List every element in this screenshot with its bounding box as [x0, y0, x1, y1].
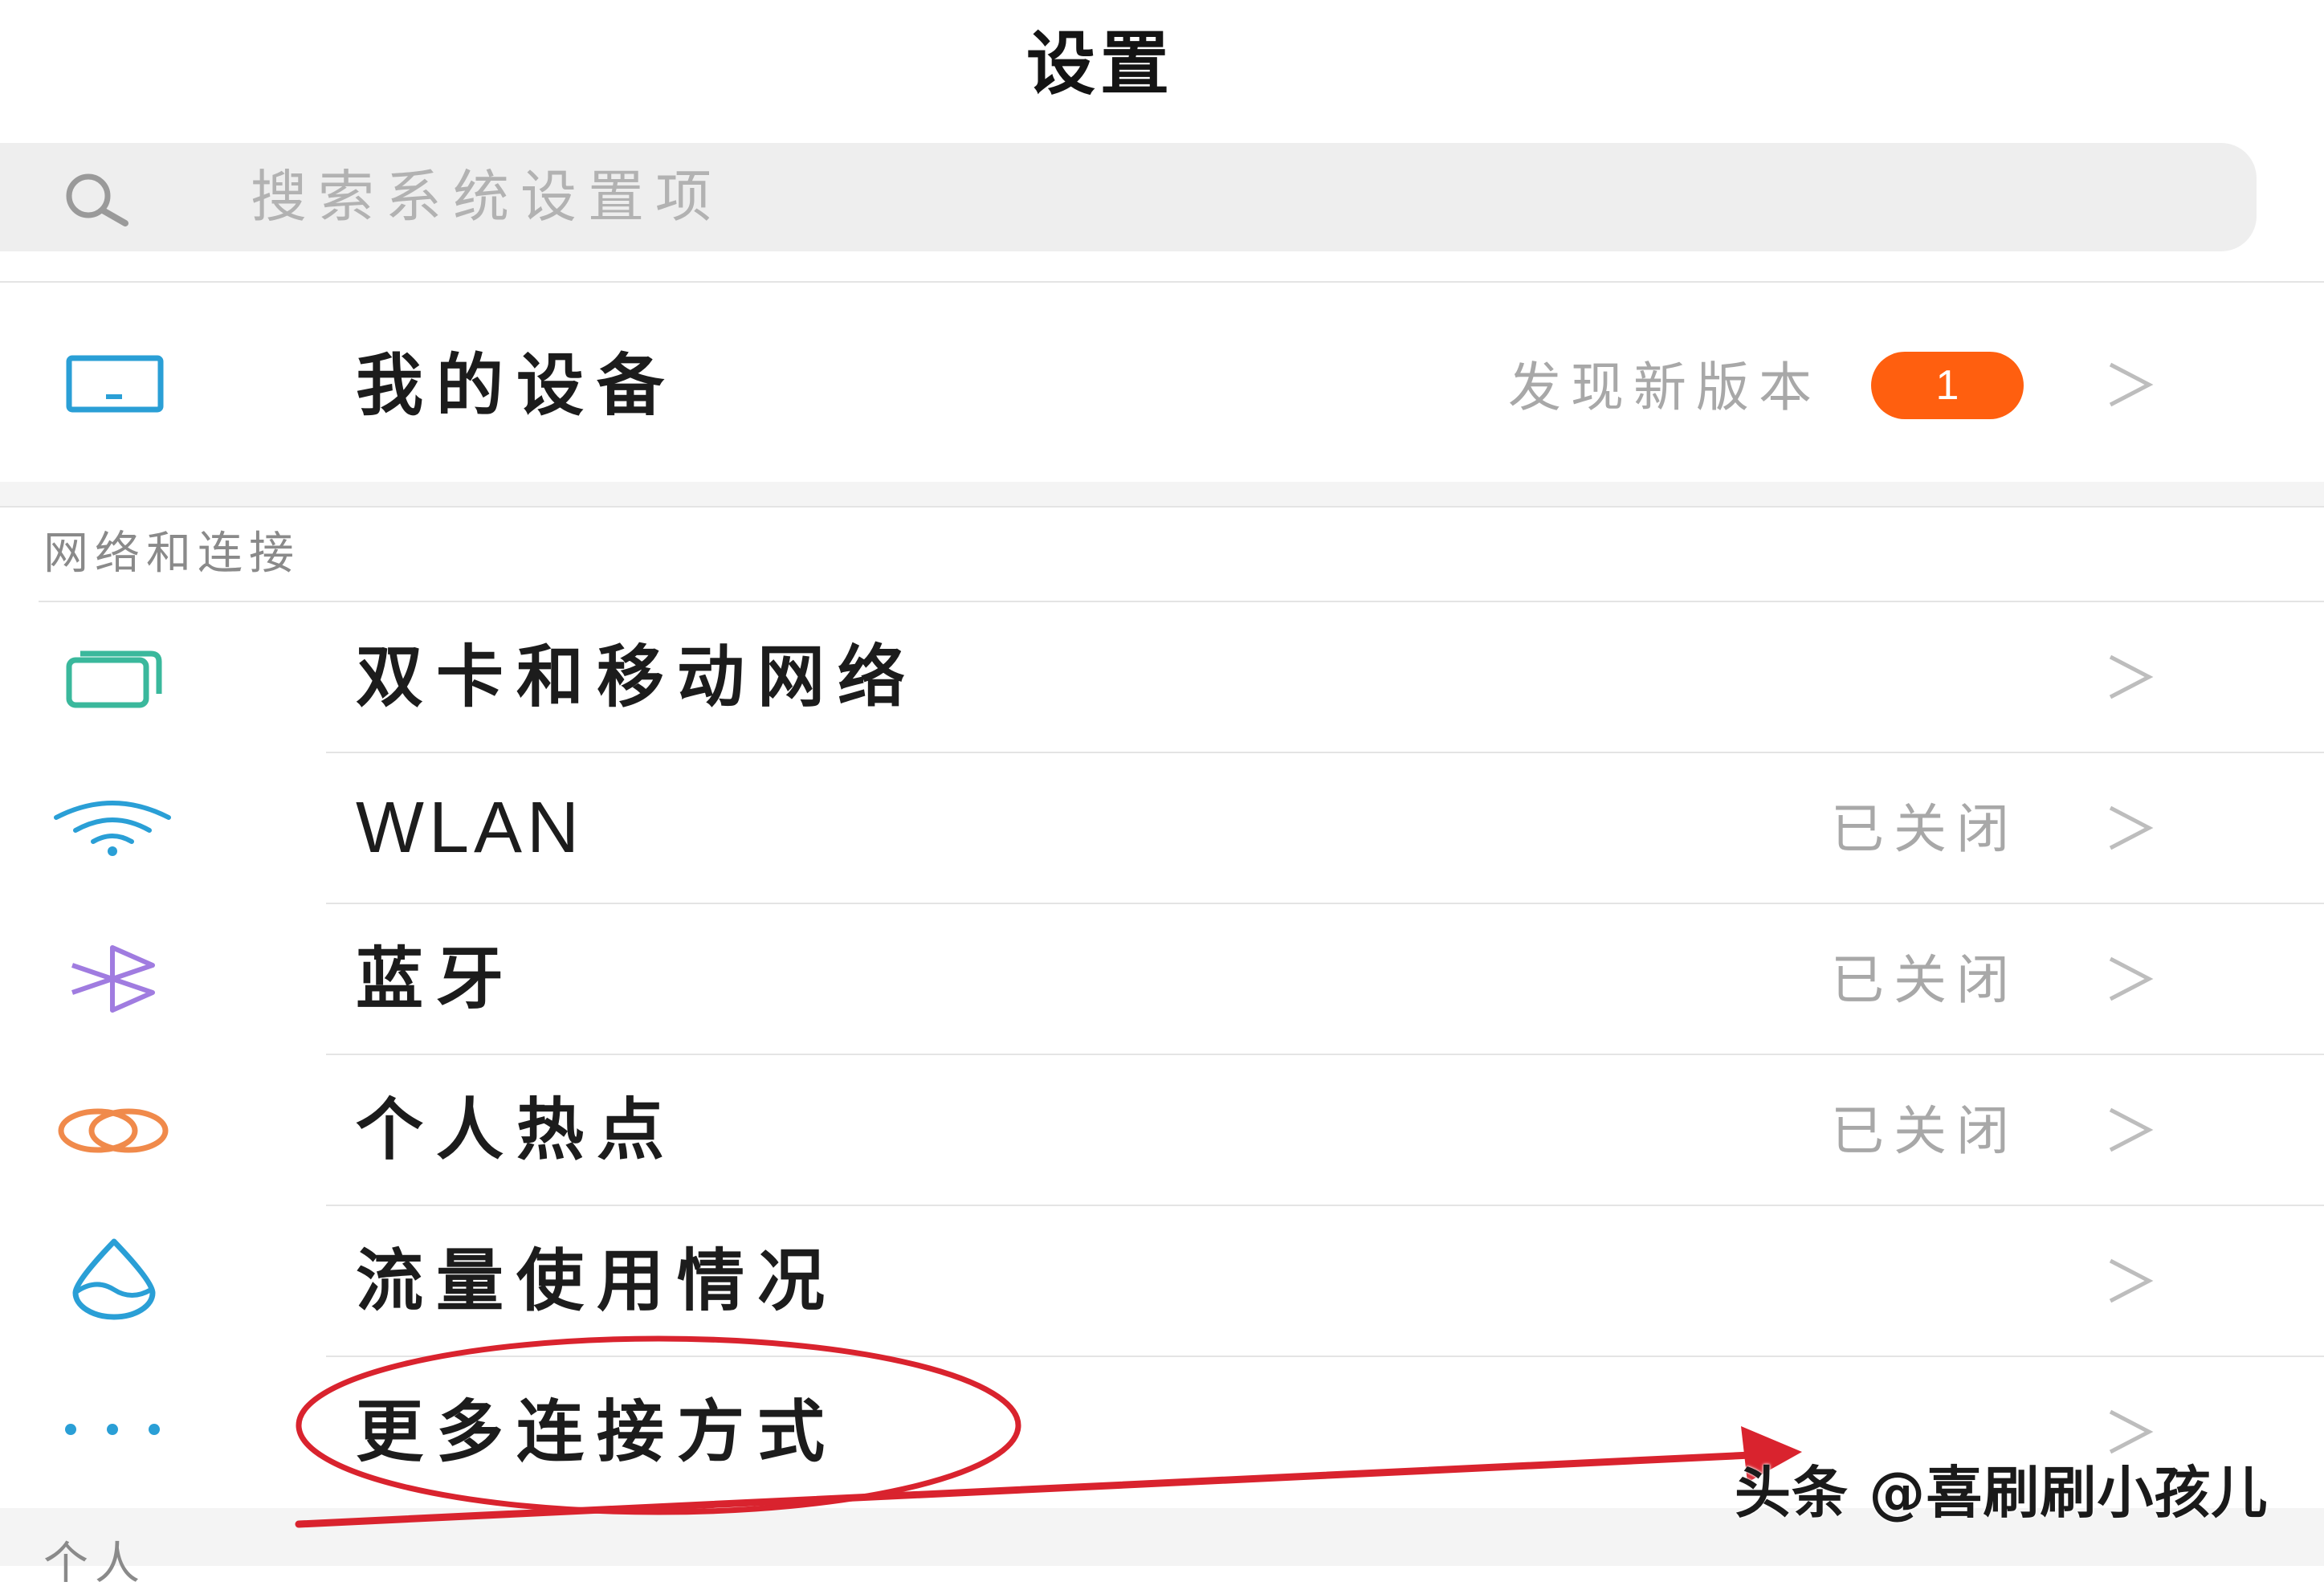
list-item-label: 更多连接方式: [356, 1392, 838, 1471]
divider: [0, 506, 2324, 508]
dual-sim-icon: [66, 650, 162, 708]
section-header-network: 网络和连接: [43, 528, 300, 580]
watermark: 头条 @喜刷刷小孩儿: [1735, 1460, 2269, 1526]
tablet-icon: [66, 355, 164, 413]
list-item-bluetooth[interactable]: 蓝牙 已关闭: [0, 904, 2324, 1054]
search-placeholder: 搜索系统设置项: [251, 164, 723, 230]
list-item-hotspot[interactable]: 个人热点 已关闭: [0, 1055, 2324, 1205]
section-gap: [0, 482, 2324, 506]
hotspot-icon: [58, 1108, 169, 1153]
my-device-label: 我的设备: [356, 346, 678, 425]
list-item-label: 蓝牙: [356, 940, 517, 1018]
list-item-label: 双卡和移动网络: [356, 638, 919, 716]
data-usage-icon: [72, 1238, 156, 1320]
more-dots-icon: [65, 1424, 160, 1435]
chevron-right-icon: [2109, 956, 2154, 1001]
list-item-wlan[interactable]: WLAN 已关闭: [0, 753, 2324, 903]
list-item-dual-sim[interactable]: 双卡和移动网络: [0, 602, 2324, 752]
hotspot-status: 已关闭: [1831, 1100, 2019, 1162]
search-input[interactable]: 搜索系统设置项: [0, 143, 2257, 251]
search-icon: [66, 173, 128, 226]
list-item-label: 流量使用情况: [356, 1241, 838, 1320]
chevron-right-icon: [2109, 654, 2154, 699]
chevron-right-icon: [2109, 362, 2154, 407]
chevron-right-icon: [2109, 1107, 2154, 1152]
section-header-personal: 个人: [43, 1538, 146, 1590]
bluetooth-status: 已关闭: [1831, 949, 2019, 1011]
chevron-right-icon: [2109, 1409, 2154, 1454]
bluetooth-icon: [71, 945, 155, 1013]
chevron-right-icon: [2109, 805, 2154, 850]
list-item-label: WLAN: [356, 788, 585, 868]
notification-badge: 1: [1871, 352, 2024, 419]
wifi-icon: [54, 801, 171, 856]
list-item-label: 个人热点: [356, 1091, 678, 1169]
chevron-right-icon: [2109, 1258, 2154, 1303]
page-title: 设置: [1026, 24, 1174, 104]
my-device-row[interactable]: 我的设备 发现新版本 1: [0, 283, 2324, 482]
new-version-text: 发现新版本: [1508, 357, 1821, 418]
list-item-data-usage[interactable]: 流量使用情况: [0, 1206, 2324, 1356]
wlan-status: 已关闭: [1831, 798, 2019, 860]
